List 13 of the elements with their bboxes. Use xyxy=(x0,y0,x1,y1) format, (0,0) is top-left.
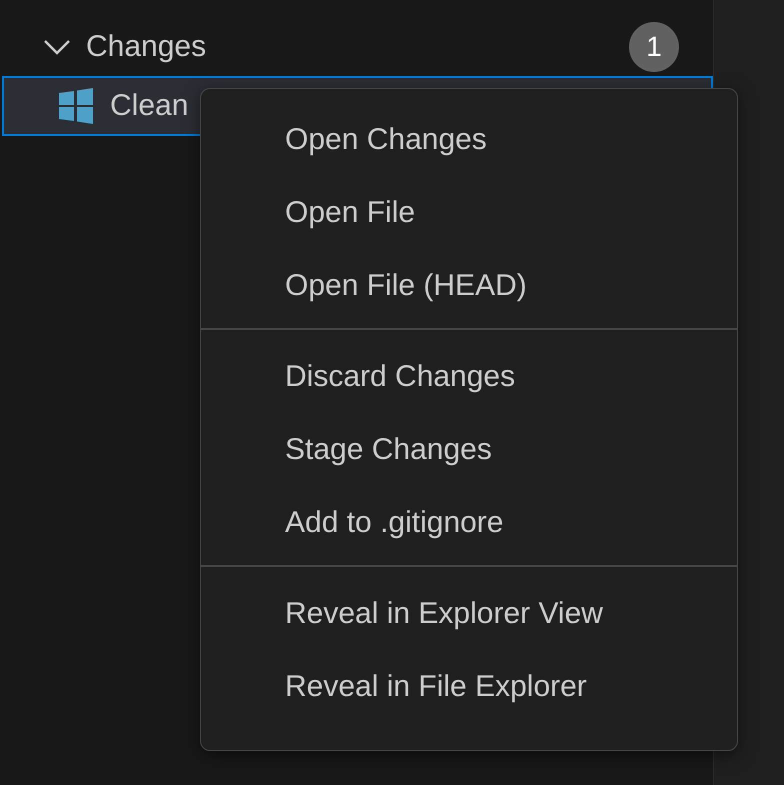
menu-item[interactable]: Reveal in File Explorer xyxy=(201,650,737,723)
menu-item[interactable]: Open File (HEAD) xyxy=(201,249,737,322)
menu-item[interactable]: Stage Changes xyxy=(201,413,737,486)
menu-item[interactable]: Open Changes xyxy=(201,103,737,176)
menu-item[interactable]: Discard Changes xyxy=(201,340,737,413)
menu-item[interactable]: Add to .gitignore xyxy=(201,486,737,559)
file-name: Clean xyxy=(110,89,188,123)
menu-item[interactable]: Reveal in Explorer View xyxy=(201,577,737,650)
menu-item[interactable]: Open File xyxy=(201,176,737,249)
windows-icon xyxy=(58,88,94,124)
count-badge: 1 xyxy=(629,22,679,72)
section-title[interactable]: Changes xyxy=(86,30,629,64)
chevron-icon[interactable] xyxy=(42,37,72,57)
